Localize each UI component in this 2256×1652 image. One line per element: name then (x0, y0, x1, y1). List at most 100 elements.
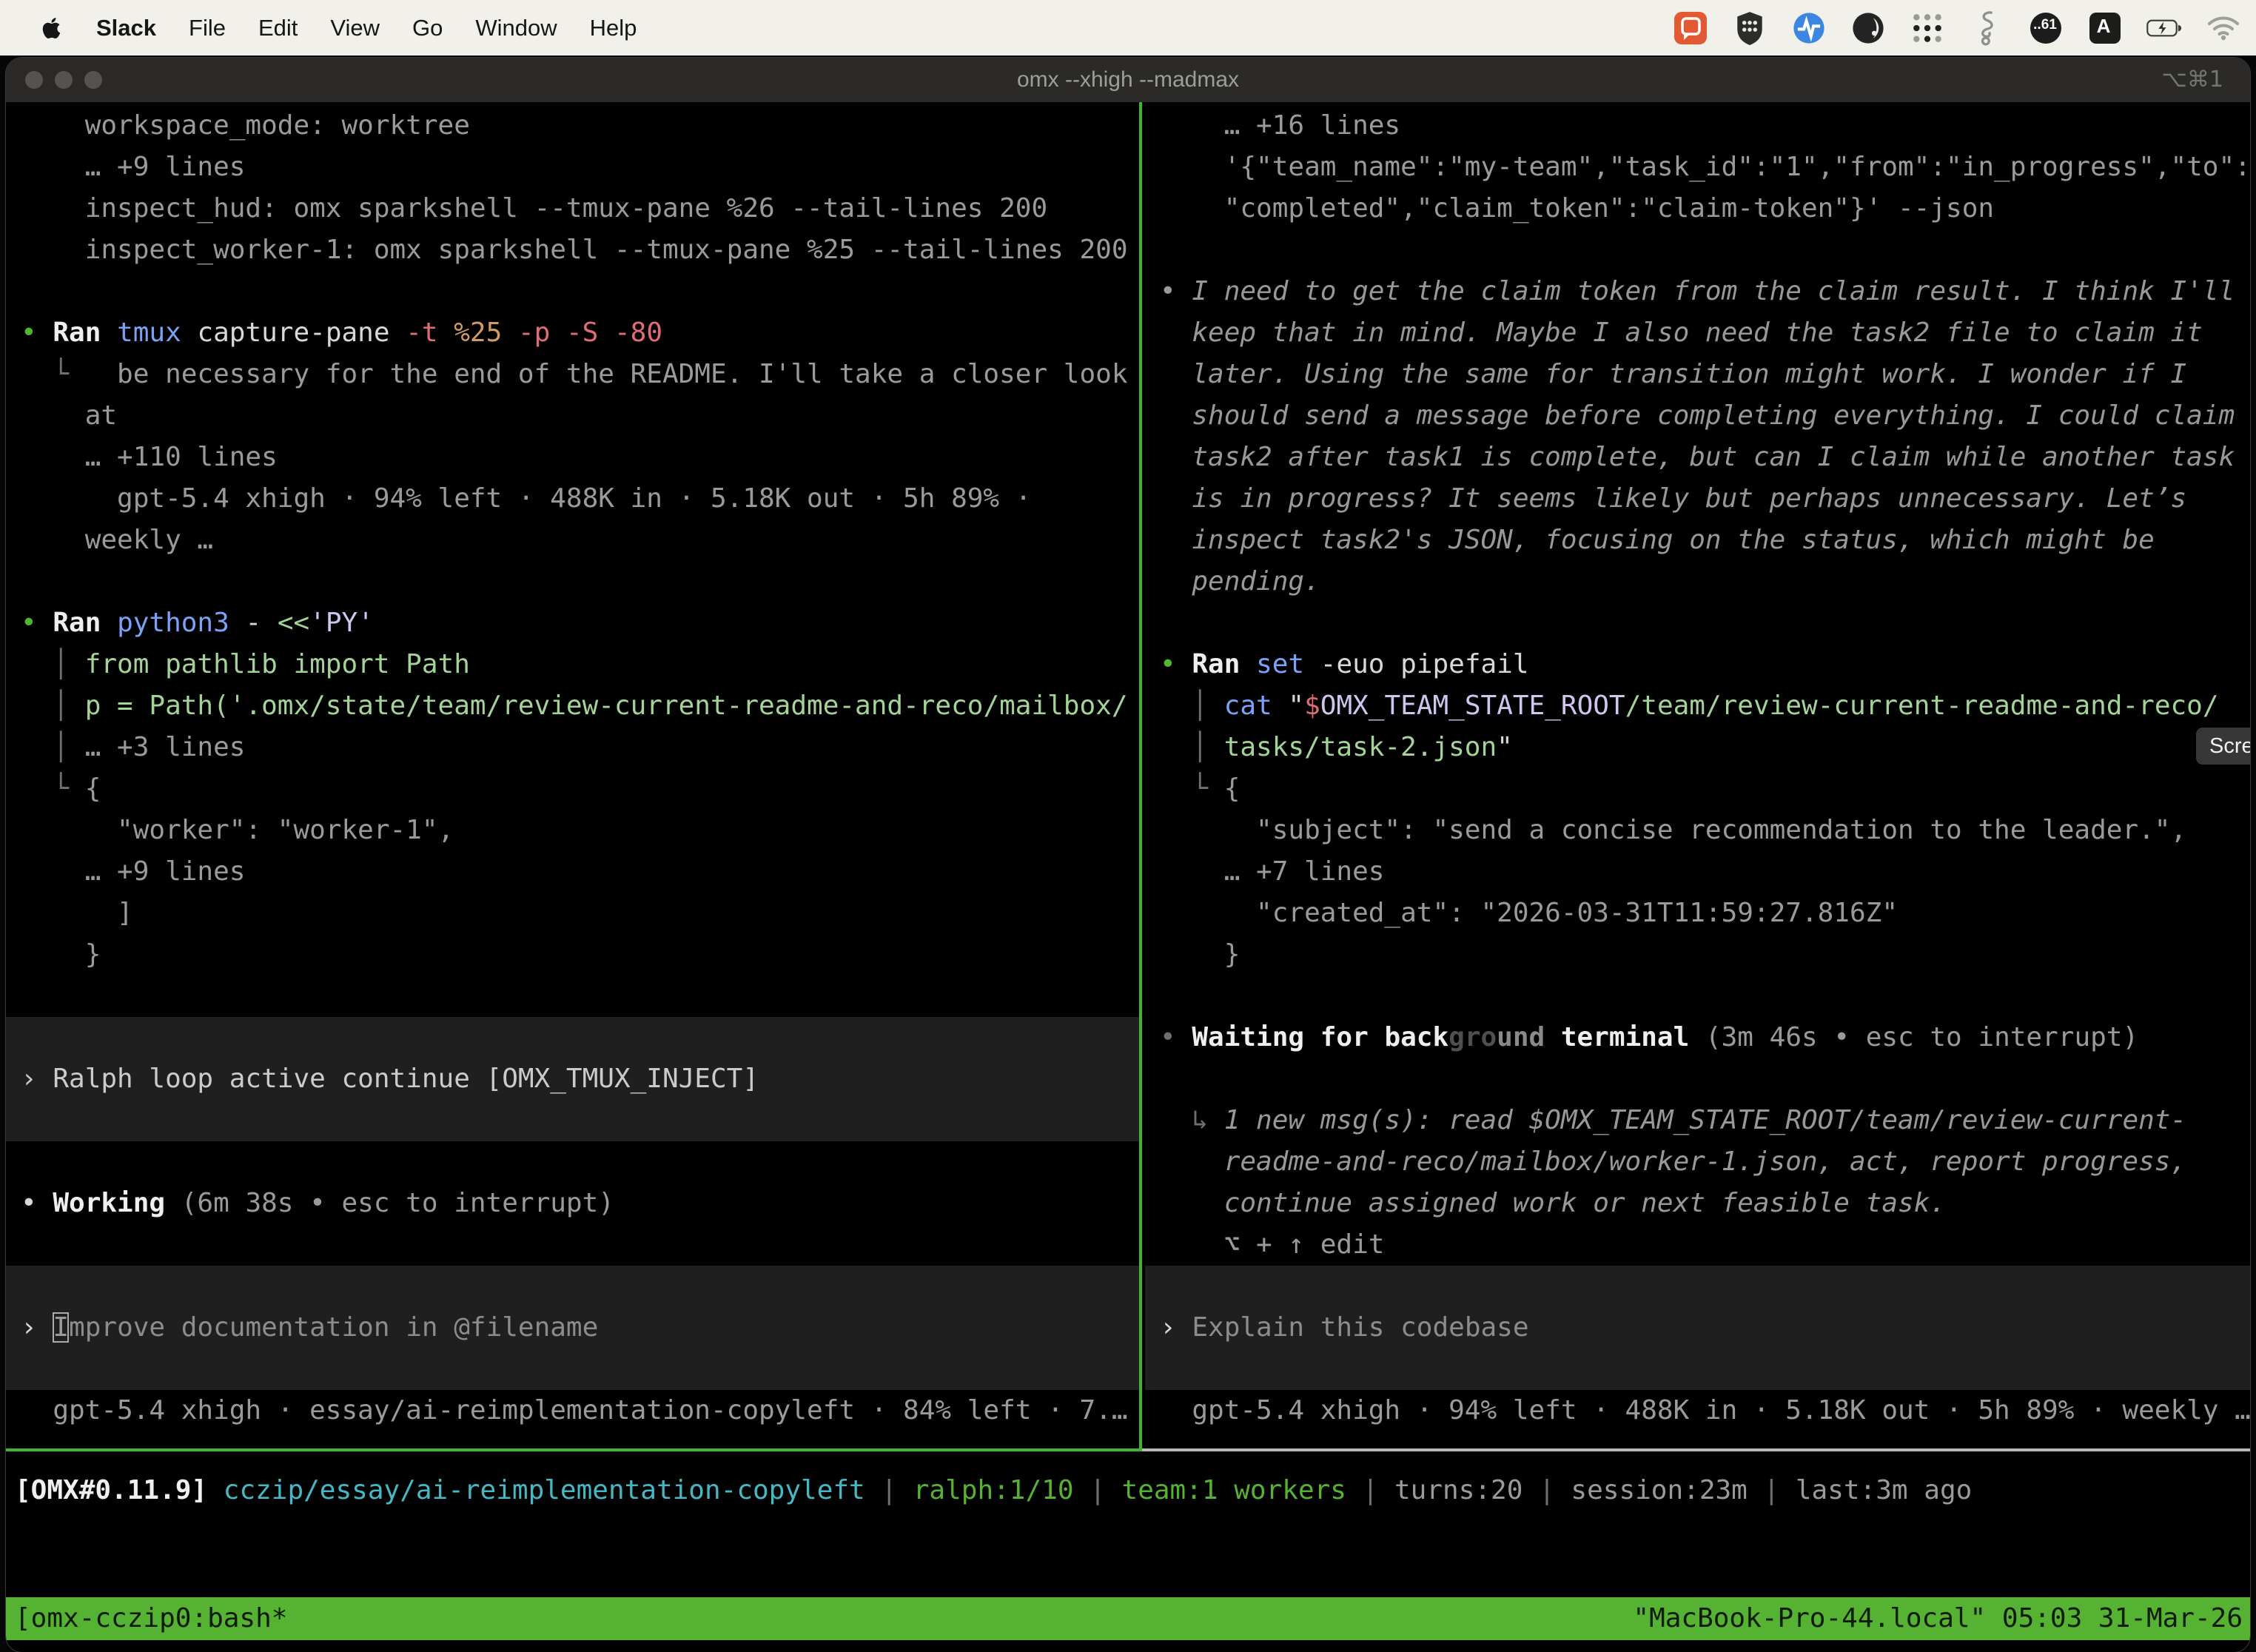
terminal-line (1145, 1058, 2250, 1100)
terminal-window: omx --xhigh --madmax ⌥⌘1 workspace_mode:… (6, 58, 2250, 1652)
terminal-line: … +9 lines (6, 851, 1139, 893)
tmux-host-clock: "MacBook-Pro-44.local" 05:03 31-Mar-26 (1633, 1597, 2243, 1640)
window-titlebar[interactable]: omx --xhigh --madmax ⌥⌘1 (6, 58, 2250, 102)
terminal-line: at (6, 395, 1139, 437)
menubar-app-name[interactable]: Slack (96, 15, 156, 41)
window-shortcut: ⌥⌘1 (2161, 58, 2223, 102)
terminal-line: › Ralph loop active continue [OMX_TMUX_I… (6, 1058, 1139, 1100)
terminal-line (6, 1224, 1139, 1266)
input-source-icon[interactable]: A (2087, 10, 2123, 46)
terminal-line (1145, 976, 2250, 1017)
terminal-line: gpt-5.4 xhigh · 94% left · 488K in · 5.1… (6, 478, 1139, 520)
terminal-line: inspect_worker-1: omx sparkshell --tmux-… (6, 229, 1139, 271)
terminal-line: │ … +3 lines (6, 727, 1139, 768)
terminal-line (1145, 229, 2250, 271)
battery-icon[interactable] (2146, 10, 2182, 46)
wifi-icon[interactable] (2206, 10, 2241, 46)
terminal-line (1145, 1349, 2250, 1390)
menu-item-edit[interactable]: Edit (258, 15, 298, 41)
terminal-line: │ cat "$OMX_TEAM_STATE_ROOT/team/review-… (1145, 685, 2250, 727)
pie-crescent-icon[interactable] (1850, 10, 1886, 46)
terminal-line: should send a message before completing … (1145, 395, 2250, 437)
terminal-line: … +9 lines (6, 147, 1139, 188)
terminal-line (1145, 1266, 2250, 1307)
terminal-line: … +16 lines (1145, 105, 2250, 147)
terminal-line: readme-and-reco/mailbox/worker-1.json, a… (1145, 1141, 2250, 1183)
terminal-line: … +7 lines (1145, 851, 2250, 893)
menu-item-go[interactable]: Go (412, 15, 443, 41)
terminal-line: inspect_hud: omx sparkshell --tmux-pane … (6, 188, 1139, 229)
terminal-line (6, 1100, 1139, 1141)
terminal-line: • Ran tmux capture-pane -t %25 -p -S -80 (6, 312, 1139, 354)
count-badge-label: ..61 (2028, 17, 2062, 33)
prompt-input-line[interactable]: › Improve documentation in @filename (6, 1307, 1139, 1349)
tmux-status-bar: [omx-cczip0:bash* "MacBook-Pro-44.local"… (6, 1597, 2250, 1640)
text-cursor: I (53, 1312, 69, 1343)
terminal-line: └ { (1145, 768, 2250, 810)
apple-menu-icon[interactable] (41, 16, 64, 41)
menu-item-file[interactable]: File (189, 15, 226, 41)
menubar-left: Slack File Edit View Go Window Help (0, 15, 637, 41)
terminal-line: task2 after task1 is complete, but can I… (1145, 437, 2250, 478)
terminal-line: "subject": "send a concise recommendatio… (1145, 810, 2250, 851)
terminal-line: later. Using the same for transition mig… (1145, 354, 2250, 395)
terminal-line: • Ran python3 - <<'PY' (6, 602, 1139, 644)
terminal-line: keep that in mind. Maybe I also need the… (1145, 312, 2250, 354)
tmux-pane-right[interactable]: … +16 lines '{"team_name":"my-team","tas… (1145, 102, 2250, 1448)
terminal-line: is in progress? It seems likely but perh… (1145, 478, 2250, 520)
terminal-line: "created_at": "2026-03-31T11:59:27.816Z" (1145, 893, 2250, 934)
terminal-line: ↳ 1 new msg(s): read $OMX_TEAM_STATE_ROO… (1145, 1100, 2250, 1141)
screen: Slack File Edit View Go Window Help (0, 0, 2256, 1652)
terminal-line: weekly … (6, 520, 1139, 561)
terminal-line: ] (6, 893, 1139, 934)
terminal-line: '{"team_name":"my-team","task_id":"1","f… (1145, 147, 2250, 188)
prompt-input-line[interactable]: › Explain this codebase (1145, 1307, 2250, 1349)
window-title: omx --xhigh --madmax (6, 58, 2250, 102)
terminal-line: │ tasks/task-2.json" (1145, 727, 2250, 768)
terminal-line: continue assigned work or next feasible … (1145, 1183, 2250, 1224)
terminal-line (6, 1266, 1139, 1307)
terminal-line: │ from pathlib import Path (6, 644, 1139, 685)
terminal-line: "worker": "worker-1", (6, 810, 1139, 851)
terminal-line: • Ran set -euo pipefail (1145, 644, 2250, 685)
dots-grid-icon[interactable] (1910, 10, 1945, 46)
terminal-line (6, 1017, 1139, 1058)
chat-app-icon[interactable] (1673, 10, 1708, 46)
terminal-line: • Working (6m 38s • esc to interrupt) (6, 1183, 1139, 1224)
terminal-line (6, 271, 1139, 312)
stats-zap-icon[interactable] (1791, 10, 1827, 46)
terminal-line: workspace_mode: worktree (6, 105, 1139, 147)
menubar-items: File Edit View Go Window Help (189, 15, 637, 41)
terminal-content: workspace_mode: worktree … +9 lines insp… (6, 102, 2250, 1652)
terminal-line: ⌥ + ↑ edit (1145, 1224, 2250, 1266)
terminal-line: inspect task2's JSON, focusing on the st… (1145, 520, 2250, 561)
terminal-line: └ { (6, 768, 1139, 810)
terminal-line: } (6, 934, 1139, 976)
menubar-status-area: ..61 A (1673, 10, 2256, 46)
pane-divider[interactable] (1139, 102, 1142, 1448)
shield-grid-icon[interactable] (1732, 10, 1767, 46)
terminal-line: └ be necessary for the end of the README… (6, 354, 1139, 395)
terminal-line (6, 976, 1139, 1017)
tmux-pane-left[interactable]: workspace_mode: worktree … +9 lines insp… (6, 102, 1139, 1448)
terminal-line: • Waiting for background terminal (3m 46… (1145, 1017, 2250, 1058)
terminal-line: pending. (1145, 561, 2250, 602)
pane-border-bottom-left (6, 1448, 1142, 1451)
terminal-line: "completed","claim_token":"claim-token"}… (1145, 188, 2250, 229)
terminal-line: gpt-5.4 xhigh · essay/ai-reimplementatio… (6, 1390, 1139, 1431)
menu-item-help[interactable]: Help (590, 15, 637, 41)
terminal-line: • I need to get the claim token from the… (1145, 271, 2250, 312)
squiggle-icon[interactable] (1969, 10, 2004, 46)
screenshot-toast[interactable]: Scre (2196, 728, 2250, 765)
terminal-line (1145, 602, 2250, 644)
menu-item-view[interactable]: View (330, 15, 380, 41)
menu-item-window[interactable]: Window (475, 15, 557, 41)
terminal-line (6, 1349, 1139, 1390)
pane-border-bottom-right (1142, 1448, 2250, 1451)
terminal-line: } (1145, 934, 2250, 976)
terminal-line: │ p = Path('.omx/state/team/review-curre… (6, 685, 1139, 727)
terminal-line (6, 1141, 1139, 1183)
omx-status-line: [OMX#0.11.9] cczip/essay/ai-reimplementa… (6, 1470, 2250, 1511)
menubar: Slack File Edit View Go Window Help (0, 0, 2256, 56)
count-badge-icon[interactable]: ..61 (2028, 10, 2064, 46)
